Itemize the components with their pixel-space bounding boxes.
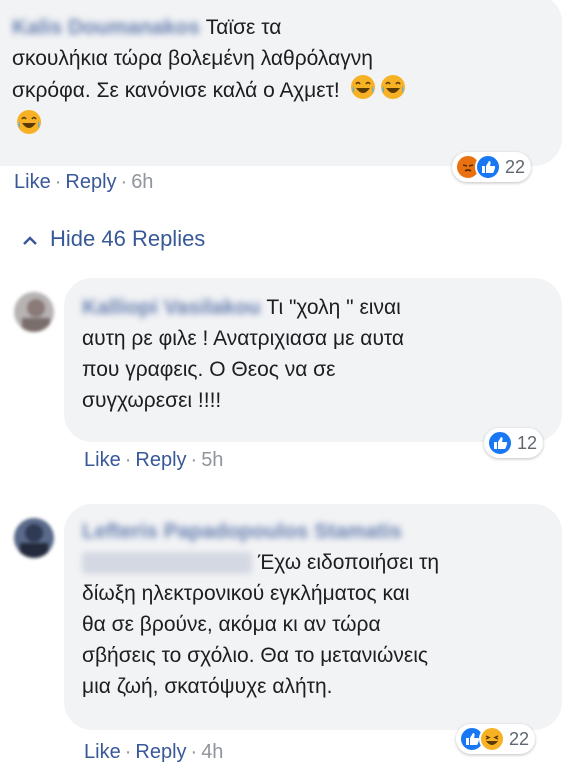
comment-text-line: μια ζωή, σκατόψυχε αλήτη. — [82, 675, 333, 698]
hide-replies-link[interactable]: Hide 46 Replies — [22, 226, 205, 252]
like-icon — [475, 154, 501, 180]
avatar[interactable] — [14, 518, 54, 558]
comment-timestamp[interactable]: 4h — [201, 741, 223, 763]
comment-text-line: Τι "χολη " ειναι — [266, 296, 401, 319]
comment-text-line: θα σε βρούνε, ακόμα κι αν τώρα — [82, 613, 381, 636]
comment-bubble: Lefteris Papadopoulos Stamatis Έχω ειδοπ… — [64, 504, 562, 730]
comment-text-line: σβήσεις το σχόλιο. Θα το μετανιώνεις — [82, 644, 429, 667]
comment-author-name[interactable]: Kalis Doumanakos — [12, 16, 200, 39]
comment-timestamp[interactable]: 6h — [131, 171, 153, 193]
tears-of-joy-emoji — [16, 109, 42, 144]
chevron-up-icon — [22, 226, 38, 252]
comment-text-line: Ταϊσε τα — [205, 16, 282, 39]
like-icon — [487, 430, 513, 456]
comment-actions: Like · Reply · 6h — [14, 171, 154, 193]
haha-icon — [479, 726, 505, 752]
reaction-count: 22 — [505, 156, 526, 177]
comment-bubble: Kalliopi Vasilakou Τι "χολη " ειναι αυτη… — [64, 278, 562, 442]
reaction-summary[interactable]: 22 — [456, 724, 536, 754]
comment-author-name[interactable]: Lefteris Papadopoulos Stamatis — [82, 520, 402, 543]
comment-bubble: Kalis Doumanakos Ταϊσε τα σκουλήκια τώρα… — [0, 0, 562, 166]
comment-timestamp[interactable]: 5h — [201, 449, 223, 471]
reply-link[interactable]: Reply — [135, 449, 186, 471]
comment-text-line: σκρόφα. Σε κανόνισε καλά ο Αχμετ! — [12, 79, 340, 103]
avatar[interactable] — [14, 292, 54, 332]
hide-replies-label: Hide 46 Replies — [50, 226, 206, 251]
comment-text-line: σκουλήκια τώρα βολεμένη λαθρόλαγνη — [12, 47, 373, 70]
comment-author-name[interactable]: Kalliopi Vasilakou — [82, 296, 261, 319]
reaction-count: 22 — [509, 728, 530, 749]
tears-of-joy-emoji — [380, 74, 406, 109]
reply-link[interactable]: Reply — [135, 741, 186, 763]
reaction-summary[interactable]: 22 — [452, 152, 532, 182]
tears-of-joy-emoji — [350, 74, 376, 109]
comment-text-line: αυτη ρε φιλε ! Ανατριχιασα με αυτα — [82, 327, 405, 350]
reaction-count: 12 — [517, 432, 538, 453]
reply-link[interactable]: Reply — [65, 171, 116, 193]
like-link[interactable]: Like — [84, 741, 121, 763]
comment-actions: Like · Reply · 5h — [84, 449, 224, 471]
like-link[interactable]: Like — [14, 171, 51, 193]
comment-text-line: που γραφεις. Ο Θεος να σε — [82, 358, 336, 381]
comment-actions: Like · Reply · 4h — [84, 741, 224, 763]
like-link[interactable]: Like — [84, 449, 121, 471]
comment-text-line: δίωξη ηλεκτρονικού εγκλήματος και — [82, 582, 410, 605]
comment-text-line: συγχωρεσει !!!! — [82, 389, 222, 412]
comment-author-name-cont — [82, 552, 252, 575]
reaction-summary[interactable]: 12 — [484, 428, 544, 458]
comment-text-line: Έχω ειδοποιήσει τη — [257, 551, 440, 574]
